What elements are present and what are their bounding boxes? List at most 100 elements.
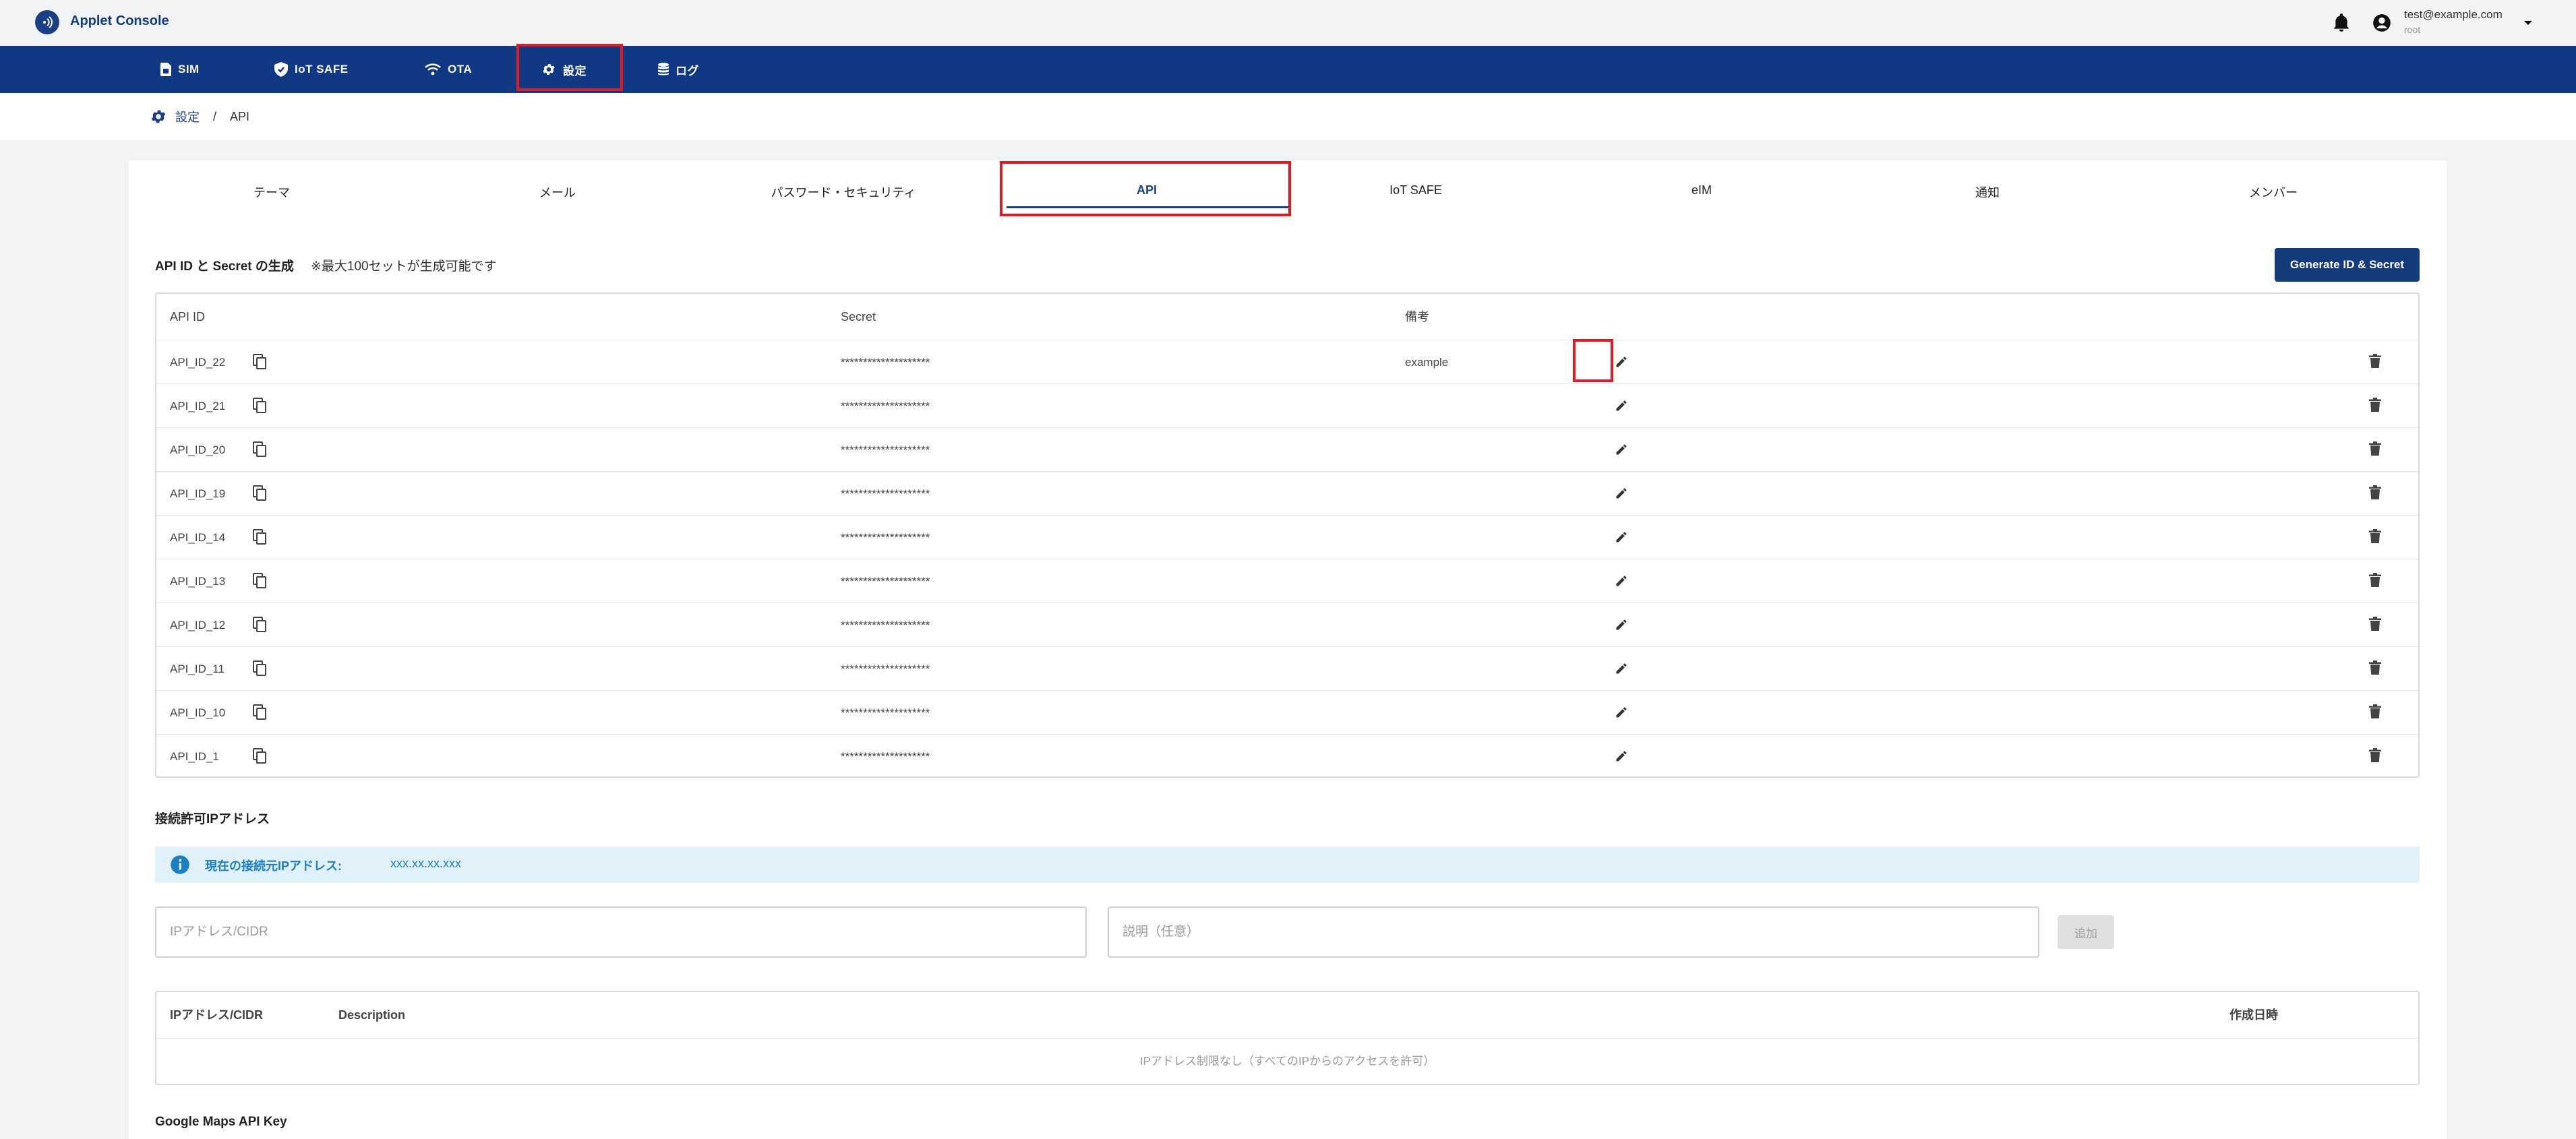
- edit-icon[interactable]: [1615, 706, 1628, 722]
- tab-mail[interactable]: メール: [415, 183, 700, 201]
- api-table: API ID Secret 備考 API_ID_22 **************…: [155, 293, 2420, 778]
- edit-icon[interactable]: [1615, 443, 1628, 460]
- tab-iot-safe[interactable]: IoT SAFE: [1273, 183, 1559, 197]
- top-bar: Applet Console test@example.com root: [0, 0, 2576, 46]
- breadcrumb-current: API: [230, 109, 250, 123]
- delete-icon[interactable]: [2369, 660, 2381, 679]
- highlight-box: [1000, 161, 1291, 216]
- delete-icon[interactable]: [2369, 398, 2381, 416]
- ip-description-input[interactable]: [1108, 906, 2039, 958]
- nav-item-label: IoT SAFE: [295, 63, 349, 75]
- app-logo-icon[interactable]: [35, 10, 59, 34]
- api-id-cell: API_ID_19: [170, 487, 226, 500]
- secret-cell: ********************: [841, 706, 930, 719]
- current-ip-value: xxx.xx.xx.xxx: [390, 857, 462, 870]
- add-ip-button[interactable]: 追加: [2058, 915, 2114, 949]
- table-row: API_ID_12 ********************: [156, 603, 2418, 646]
- copy-icon[interactable]: [253, 617, 268, 636]
- breadcrumb-settings-link[interactable]: 設定: [175, 108, 200, 125]
- delete-icon[interactable]: [2369, 354, 2381, 372]
- table-row: API_ID_22 ******************** example: [156, 340, 2418, 383]
- user-email[interactable]: test@example.com: [2404, 8, 2503, 22]
- api-section-note: ※最大100セットが生成可能です: [311, 259, 497, 274]
- edit-icon[interactable]: [1615, 749, 1628, 766]
- edit-icon[interactable]: [1615, 618, 1628, 635]
- api-id-cell: API_ID_21: [170, 400, 226, 412]
- copy-icon[interactable]: [253, 485, 268, 505]
- edit-icon[interactable]: [1615, 399, 1628, 416]
- app-title[interactable]: Applet Console: [70, 13, 169, 29]
- nav-item-ota[interactable]: OTA: [425, 46, 472, 93]
- secret-cell: ********************: [841, 663, 930, 675]
- tab-notifications[interactable]: 通知: [1845, 183, 2130, 201]
- edit-icon[interactable]: [1615, 487, 1628, 503]
- secret-cell: ********************: [841, 443, 930, 456]
- ip-table: IPアドレス/CIDR Description 作成日時 IPアドレス制限なし（…: [155, 991, 2420, 1085]
- copy-icon[interactable]: [253, 441, 268, 461]
- user-role: root: [2404, 24, 2421, 35]
- delete-icon[interactable]: [2369, 617, 2381, 635]
- api-id-cell: API_ID_14: [170, 531, 226, 544]
- sim-card-icon: [160, 63, 171, 76]
- account-circle-icon[interactable]: [2372, 13, 2391, 36]
- copy-icon[interactable]: [253, 354, 268, 373]
- column-header-ip-cidr: IPアドレス/CIDR: [170, 1008, 264, 1022]
- delete-icon[interactable]: [2369, 485, 2381, 503]
- copy-icon[interactable]: [253, 398, 268, 417]
- api-id-cell: API_ID_11: [170, 663, 224, 675]
- bell-icon[interactable]: [2333, 13, 2350, 36]
- highlight-box: [516, 44, 623, 91]
- settings-tabs: テーマ メール パスワード・セキュリティ API IoT SAFE eIM 通知…: [129, 160, 2447, 221]
- api-id-cell: API_ID_22: [170, 356, 226, 369]
- shield-icon: [274, 62, 288, 77]
- info-icon: [170, 855, 190, 878]
- nav-item-label: SIM: [178, 63, 200, 75]
- column-header-api-id: API ID: [170, 310, 206, 324]
- nav-item-sim[interactable]: SIM: [160, 46, 200, 93]
- copy-icon[interactable]: [253, 704, 268, 724]
- edit-icon[interactable]: [1615, 662, 1628, 679]
- table-row: API_ID_13 ********************: [156, 559, 2418, 603]
- secret-cell: ********************: [841, 400, 930, 412]
- breadcrumb-bar: 設定 / API: [0, 93, 2576, 140]
- api-id-cell: API_ID_12: [170, 619, 226, 632]
- column-header-note: 備考: [1405, 310, 1429, 324]
- column-header-description: Description: [338, 1008, 406, 1022]
- secret-cell: ********************: [841, 531, 930, 544]
- copy-icon[interactable]: [253, 660, 268, 680]
- api-section-title: API ID と Secret の生成: [155, 259, 294, 274]
- settings-card: テーマ メール パスワード・セキュリティ API IoT SAFE eIM 通知…: [129, 160, 2447, 1139]
- delete-icon[interactable]: [2369, 748, 2381, 766]
- secret-cell: ********************: [841, 487, 930, 500]
- edit-icon[interactable]: [1615, 574, 1628, 591]
- ip-cidr-input[interactable]: [155, 906, 1087, 958]
- api-id-cell: API_ID_13: [170, 575, 226, 588]
- highlight-box: [1573, 339, 1613, 382]
- table-row: API_ID_10 ********************: [156, 690, 2418, 734]
- edit-icon[interactable]: [1615, 355, 1628, 372]
- tab-eim[interactable]: eIM: [1559, 183, 1845, 197]
- tab-password-security[interactable]: パスワード・セキュリティ: [700, 183, 986, 201]
- tab-members[interactable]: メンバー: [2130, 183, 2416, 201]
- gear-icon: [151, 110, 166, 123]
- delete-icon[interactable]: [2369, 704, 2381, 722]
- edit-icon[interactable]: [1615, 530, 1628, 547]
- caret-down-icon[interactable]: [2523, 18, 2534, 30]
- nav-item-logs[interactable]: ログ: [658, 46, 699, 93]
- ip-section-title: 接続許可IPアドレス: [155, 812, 270, 826]
- tab-theme[interactable]: テーマ: [129, 183, 415, 201]
- table-row: API_ID_14 ********************: [156, 515, 2418, 559]
- wifi-icon: [425, 63, 441, 75]
- copy-icon[interactable]: [253, 573, 268, 592]
- generate-id-secret-button[interactable]: Generate ID & Secret: [2275, 248, 2420, 282]
- secret-cell: ********************: [841, 750, 930, 763]
- secret-cell: ********************: [841, 356, 930, 369]
- copy-icon[interactable]: [253, 529, 268, 549]
- nav-item-iot-safe[interactable]: IoT SAFE: [274, 46, 349, 93]
- column-header-created-at: 作成日時: [2229, 1008, 2278, 1022]
- delete-icon[interactable]: [2369, 441, 2381, 460]
- delete-icon[interactable]: [2369, 529, 2381, 547]
- delete-icon[interactable]: [2369, 573, 2381, 591]
- copy-icon[interactable]: [253, 748, 268, 768]
- database-icon: [658, 63, 669, 75]
